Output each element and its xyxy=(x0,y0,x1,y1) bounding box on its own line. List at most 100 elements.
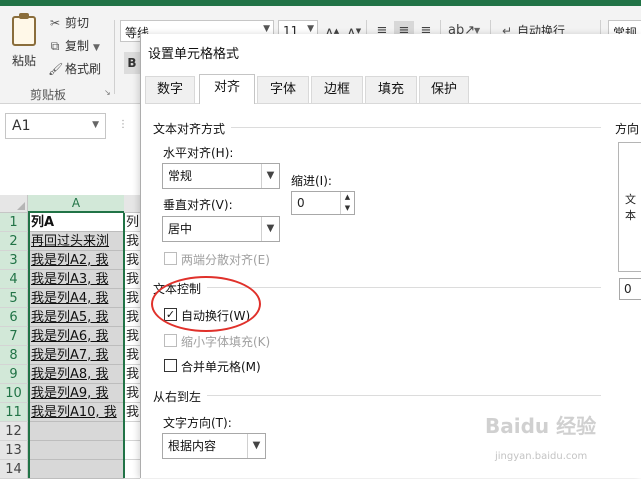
table-row: 5 我是列A4, 我我 xyxy=(0,289,140,308)
row-header[interactable]: 5 xyxy=(0,289,28,308)
watermark-logo: Baidu 经验 xyxy=(485,414,597,438)
cell-a[interactable] xyxy=(28,422,124,441)
row-header[interactable]: 14 xyxy=(0,460,28,479)
table-row: 1 列A 列 xyxy=(0,213,140,232)
spinner-arrows[interactable]: ▲ ▼ xyxy=(340,192,354,214)
row-header[interactable]: 6 xyxy=(0,308,28,327)
horizontal-align-label: 水平对齐(H): xyxy=(163,146,234,160)
cell-b[interactable]: 我 xyxy=(124,327,140,346)
column-header-a[interactable]: A xyxy=(28,195,124,213)
orientation-degrees-field[interactable]: 0 xyxy=(619,278,641,300)
chevron-down-icon[interactable]: ▼ xyxy=(341,203,354,214)
cell-b[interactable] xyxy=(124,460,140,479)
text-direction-select[interactable]: 根据内容 ▼ xyxy=(162,433,266,459)
tab-alignment[interactable]: 对齐 xyxy=(199,74,255,104)
tab-border[interactable]: 边框 xyxy=(311,76,363,103)
cell-a[interactable]: 我是列A10, 我 xyxy=(28,403,124,422)
chevron-down-icon: ▼ xyxy=(307,24,314,34)
tab-font[interactable]: 字体 xyxy=(257,76,309,103)
chevron-down-icon: ▼ xyxy=(261,164,279,188)
dialog-title: 设置单元格格式 xyxy=(148,47,240,62)
cell-b[interactable]: 我 xyxy=(124,289,140,308)
scissors-icon: ✂ xyxy=(49,16,61,30)
copy-icon: ⧉ xyxy=(50,39,60,53)
paste-icon[interactable] xyxy=(12,13,36,46)
row-header[interactable]: 8 xyxy=(0,346,28,365)
merge-cells-label: 合并单元格(M) xyxy=(181,360,261,374)
row-header[interactable]: 13 xyxy=(0,441,28,460)
cell-a[interactable]: 我是列A6, 我 xyxy=(28,327,124,346)
cell-a[interactable]: 我是列A3, 我 xyxy=(28,270,124,289)
cell-a[interactable]: 再回过头来浏 xyxy=(28,232,124,251)
chevron-down-icon: ▼ xyxy=(92,120,99,130)
table-row: 14 xyxy=(0,460,140,479)
row-header[interactable]: 12 xyxy=(0,422,28,441)
section-rule xyxy=(231,127,601,128)
row-header[interactable]: 9 xyxy=(0,365,28,384)
worksheet-grid[interactable]: A 1 列A 列 2 再回过头来浏我 3 我是列A2, 我我 4 我是列A3, 我我 5 我是列A4… xyxy=(0,195,140,479)
orientation-label: 方向 xyxy=(615,122,640,136)
cell-a[interactable]: 我是列A8, 我 xyxy=(28,365,124,384)
row-header[interactable]: 2 xyxy=(0,232,28,251)
justify-distributed-label: 两端分散对齐(E) xyxy=(181,253,270,267)
cell-a[interactable]: 我是列A7, 我 xyxy=(28,346,124,365)
clipboard-group-label: 剪贴板 xyxy=(30,88,67,102)
cut-button[interactable]: ✂ 剪切 xyxy=(48,14,89,31)
cell-b[interactable]: 我 xyxy=(124,365,140,384)
wrap-text-checkbox[interactable]: ✓ xyxy=(164,308,177,321)
horizontal-align-select[interactable]: 常规 ▼ xyxy=(162,163,280,189)
cell-b[interactable]: 我 xyxy=(124,270,140,289)
shrink-to-fit-label: 缩小字体填充(K) xyxy=(181,335,271,349)
tab-number[interactable]: 数字 xyxy=(145,76,195,103)
select-all-corner[interactable] xyxy=(0,195,28,213)
cell-a[interactable]: 我是列A2, 我 xyxy=(28,251,124,270)
watermark-url: jingyan.baidu.com xyxy=(495,451,588,462)
cell-b[interactable]: 我 xyxy=(124,308,140,327)
cell-b[interactable] xyxy=(124,422,140,441)
cell-b[interactable]: 我 xyxy=(124,403,140,422)
row-header[interactable]: 1 xyxy=(0,213,28,232)
merge-cells-checkbox[interactable] xyxy=(164,359,177,372)
text-control-section-label: 文本控制 xyxy=(153,282,202,296)
column-header-b[interactable] xyxy=(124,195,140,213)
table-row: 8 我是列A7, 我我 xyxy=(0,346,140,365)
section-rule xyxy=(207,287,601,288)
row-header[interactable]: 7 xyxy=(0,327,28,346)
dialog-launcher-icon[interactable]: ↘ xyxy=(104,88,111,97)
table-row: 12 xyxy=(0,422,140,441)
table-row: 11 我是列A10, 我我 xyxy=(0,403,140,422)
cell-b[interactable]: 我 xyxy=(124,384,140,403)
row-header[interactable]: 3 xyxy=(0,251,28,270)
paste-button[interactable]: 粘贴 xyxy=(12,52,36,69)
cell-a[interactable] xyxy=(28,441,124,460)
row-header[interactable]: 4 xyxy=(0,270,28,289)
chevron-up-icon[interactable]: ▲ xyxy=(341,192,354,203)
tab-protection[interactable]: 保护 xyxy=(419,76,469,103)
cell-b[interactable]: 我 xyxy=(124,251,140,270)
cell-b[interactable]: 我 xyxy=(124,346,140,365)
section-rule xyxy=(207,395,601,396)
name-box[interactable]: A1 ▼ xyxy=(5,113,106,139)
row-header[interactable]: 11 xyxy=(0,403,28,422)
vertical-align-select[interactable]: 居中 ▼ xyxy=(162,216,280,242)
format-painter-button[interactable]: 🖌 格式刷 xyxy=(48,60,101,77)
table-row: 3 我是列A2, 我我 xyxy=(0,251,140,270)
chevron-down-icon: ▼ xyxy=(263,24,270,34)
tab-fill[interactable]: 填充 xyxy=(365,76,417,103)
cell-b[interactable]: 我 xyxy=(124,232,140,251)
cell-a[interactable]: 列A xyxy=(28,213,124,232)
copy-button[interactable]: ⧉ 复制 ▼ xyxy=(48,37,100,54)
cell-a[interactable]: 我是列A5, 我 xyxy=(28,308,124,327)
cell-a[interactable]: 我是列A4, 我 xyxy=(28,289,124,308)
row-header[interactable]: 10 xyxy=(0,384,28,403)
justify-distributed-checkbox[interactable] xyxy=(164,252,177,265)
wrap-text-label: 自动换行(W) xyxy=(181,309,251,323)
indent-stepper[interactable]: 0 ▲ ▼ xyxy=(291,191,355,215)
bold-button[interactable]: B xyxy=(124,52,140,74)
cell-b[interactable]: 列 xyxy=(124,213,140,232)
cell-a[interactable] xyxy=(28,460,124,479)
shrink-to-fit-checkbox[interactable] xyxy=(164,334,177,347)
table-row: 9 我是列A8, 我我 xyxy=(0,365,140,384)
cell-b[interactable] xyxy=(124,441,140,460)
cell-a[interactable]: 我是列A9, 我 xyxy=(28,384,124,403)
